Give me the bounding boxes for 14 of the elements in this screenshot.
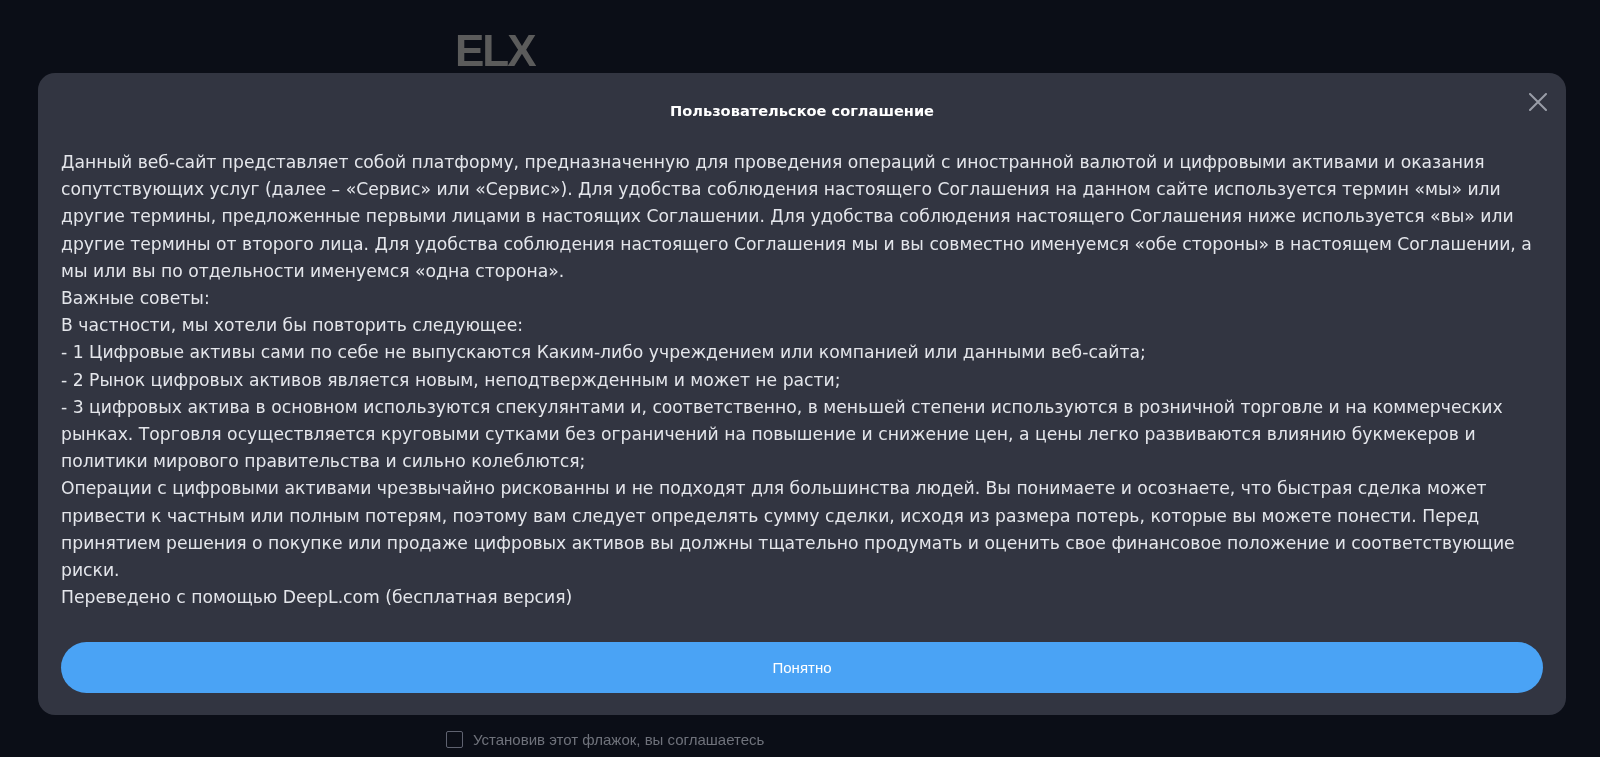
consent-label: Установив этот флажок, вы соглашаетесь bbox=[473, 731, 765, 748]
agreement-text: Важные советы: bbox=[61, 287, 211, 310]
agreement-text: - 2 Рынок цифровых активов является новым, неподтвержденным и может не расти; bbox=[61, 368, 842, 392]
dialog-title: Пользовательское соглашение bbox=[670, 101, 934, 119]
agreement-text: - 1 Цифровые активы сами по себе не выпускаются Каким-либо учреждением или компанией или данными веб-сайта; bbox=[61, 341, 1147, 365]
agreement-text: Операции с цифровыми активами чрезвычайно рискованны и не подходят для большинства людей. Вы понимаете и осознаете, что быстрая сделка может привести к частным или полным потерям, поэтому вам следует определять сумму сделки, исходя из размера потерь, которые вы можете понести. Перед принятием решения о покупке или продаже цифровых активов вы должны тщательно продумать и оценить свое финансовое положение и соответствующие риски. bbox=[61, 477, 1516, 583]
agreement-text: Данный веб-сайт представляет собой платформу, предназначенную для проведения операций с иностранной валютой и цифровыми активами и оказания сопутствующих услуг (далее – «Сервис» или «Сервис»). Для удобства соблюдения настоящего Соглашения на данном сайте используется термин «мы» или другие термины, предложенные первыми лицами в настоящих Соглашении. Для удобства соблюдения настоящего Соглашения ниже используется «вы» или другие термины от второго лица. Для удобства соблюдения настоящего Соглашения мы и вы совместно именуемся «обе стороны» в настоящем Соглашении, а мы или вы по отдельности именуемся «одна сторона». bbox=[61, 151, 1533, 283]
close-icon[interactable] bbox=[1529, 93, 1547, 111]
acknowledge-button[interactable]: Понятно bbox=[61, 642, 1543, 694]
checkbox[interactable] bbox=[446, 731, 463, 748]
agreement-text: - 3 цифровых актива в основном используются спекулянтами и, соответственно, в меньшей степени используются в розничной торговле и на коммерческих рынках. Торговля осуществляется круговыми сутками без ограничений на повышение и снижение цен, а цены легко развиваются влиянию букмекеров и политики мирового правительства и сильно колеблются; bbox=[61, 395, 1504, 474]
logo: ELX bbox=[455, 29, 535, 73]
agreement-text: Переведено с помощью DeepL.com (бесплатная версия) bbox=[61, 586, 574, 610]
agreement-text: В частности, мы хотели бы повторить следующее: bbox=[61, 314, 524, 338]
